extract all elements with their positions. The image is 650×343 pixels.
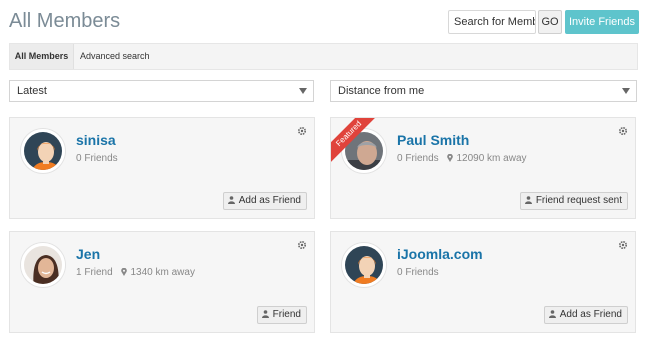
gear-icon[interactable]: [618, 240, 628, 250]
person-icon: [261, 310, 269, 318]
member-meta: 1 Friend 1340 km away: [76, 267, 195, 278]
gear-icon[interactable]: [297, 240, 307, 250]
sort-select[interactable]: Latest: [9, 80, 314, 102]
friends-count: 1 Friend: [76, 267, 113, 278]
friend-label: Friend: [272, 309, 301, 320]
friends-count: 0 Friends: [397, 267, 439, 278]
member-card: sinisa 0 Friends Add as Friend: [9, 117, 315, 219]
member-name-link[interactable]: Paul Smith: [397, 132, 469, 148]
tab-all-members[interactable]: All Members: [10, 44, 74, 69]
location-pin-icon: [121, 268, 128, 276]
member-meta: 0 Friends: [397, 267, 439, 278]
page-title: All Members: [9, 10, 121, 32]
member-card: Featured Paul Smith 0 Friends 12090 km a…: [330, 117, 636, 219]
friend-request-sent-button[interactable]: Friend request sent: [519, 192, 628, 210]
person-icon: [524, 196, 532, 204]
photo-avatar[interactable]: [21, 243, 65, 287]
gear-icon[interactable]: [297, 126, 307, 136]
member-card: Jen 1 Friend 1340 km away Friend: [9, 231, 315, 333]
friend-button[interactable]: Friend: [256, 306, 307, 324]
sort-select-value: Latest: [17, 85, 47, 97]
tab-bar: All Members Advanced search: [9, 43, 638, 70]
chevron-down-icon: [622, 88, 630, 94]
add-friend-button[interactable]: Add as Friend: [222, 192, 307, 210]
member-meta: 0 Friends: [76, 153, 118, 164]
friends-count: 0 Friends: [76, 153, 118, 164]
default-avatar-icon[interactable]: [342, 243, 386, 287]
add-friend-label: Add as Friend: [238, 195, 301, 206]
location-pin-icon: [447, 154, 454, 162]
tab-advanced-search[interactable]: Advanced search: [80, 44, 150, 69]
member-name-link[interactable]: sinisa: [76, 132, 116, 148]
default-avatar-icon[interactable]: [21, 129, 65, 173]
friends-count: 0 Friends: [397, 153, 439, 164]
search-input[interactable]: Search for Memb: [448, 10, 536, 34]
distance-select[interactable]: Distance from me: [330, 80, 637, 102]
person-icon: [548, 310, 556, 318]
go-button[interactable]: GO: [538, 10, 562, 34]
add-friend-label: Add as Friend: [559, 309, 622, 320]
member-meta: 0 Friends 12090 km away: [397, 153, 527, 164]
member-name-link[interactable]: iJoomla.com: [397, 246, 483, 262]
distance-text: 12090 km away: [456, 153, 527, 164]
distance-text: 1340 km away: [130, 267, 195, 278]
distance-select-value: Distance from me: [338, 85, 425, 97]
member-card: iJoomla.com 0 Friends Add as Friend: [330, 231, 636, 333]
friend-request-sent-label: Friend request sent: [535, 195, 622, 206]
invite-friends-button[interactable]: Invite Friends: [565, 10, 639, 34]
chevron-down-icon: [299, 88, 307, 94]
gear-icon[interactable]: [618, 126, 628, 136]
member-name-link[interactable]: Jen: [76, 246, 100, 262]
person-icon: [227, 196, 235, 204]
add-friend-button[interactable]: Add as Friend: [543, 306, 628, 324]
